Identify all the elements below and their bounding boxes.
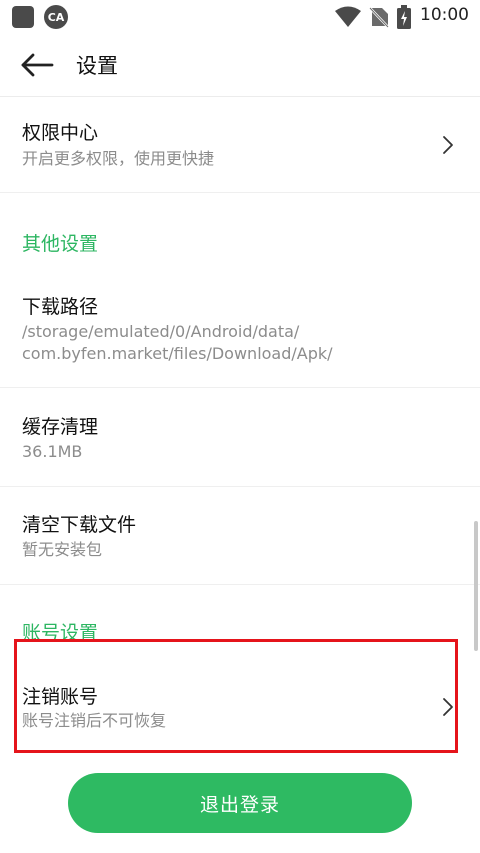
divider: [0, 584, 480, 585]
permission-center-item[interactable]: 权限中心 开启更多权限，使用更快捷: [0, 96, 480, 192]
no-sim-icon: [369, 7, 389, 28]
item-subtitle: 36.1MB: [22, 442, 83, 461]
item-subtitle: 暂无安装包: [22, 540, 103, 559]
divider: [0, 192, 480, 193]
item-subtitle: 开启更多权限，使用更快捷: [22, 149, 215, 168]
item-title: 权限中心: [22, 122, 99, 144]
item-subtitle-line1: /storage/emulated/0/Android/data/: [22, 322, 300, 341]
download-path-item[interactable]: 下载路径 /storage/emulated/0/Android/data/ c…: [0, 278, 480, 388]
item-title: 下载路径: [22, 296, 99, 318]
back-arrow-icon[interactable]: [20, 50, 54, 80]
status-bar: CA 10:00: [0, 0, 480, 34]
page-title: 设置: [76, 54, 118, 78]
app-badge-icon: CA: [44, 5, 68, 29]
item-title: 清空下载文件: [22, 514, 137, 536]
status-time: 10:00: [420, 5, 469, 25]
cache-clear-item[interactable]: 缓存清理 36.1MB: [0, 388, 480, 486]
logout-button[interactable]: 退出登录: [68, 773, 412, 833]
toolbar: 设置: [0, 34, 480, 97]
clear-downloads-item[interactable]: 清空下载文件 暂无安装包: [0, 487, 480, 584]
notification-icon: [12, 6, 34, 28]
wifi-icon: [335, 6, 361, 27]
battery-charging-icon: [397, 5, 411, 29]
scrollbar[interactable]: [474, 521, 478, 651]
item-title: 缓存清理: [22, 416, 99, 438]
section-other-settings: 其他设置: [22, 233, 99, 255]
chevron-right-icon: [443, 136, 453, 154]
item-subtitle-line2: com.byfen.market/files/Download/Apk/: [22, 344, 333, 363]
highlight-box: [14, 639, 458, 753]
